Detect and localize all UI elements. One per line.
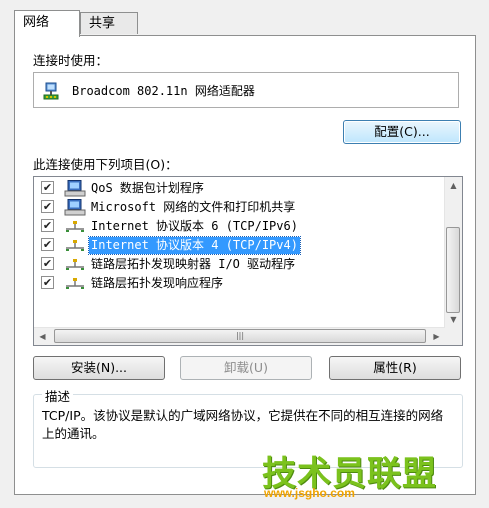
item-checkbox[interactable]: ✔ — [41, 181, 54, 194]
item-checkbox[interactable]: ✔ — [41, 200, 54, 213]
uninstall-button[interactable]: 卸载(U) — [180, 356, 312, 380]
connection-items-list[interactable]: ✔ QoS 数据包计划程序 ✔ Microsoft 网络的文件和打印机共享 ✔ — [33, 176, 463, 346]
tab-network[interactable]: 网络 — [14, 10, 80, 37]
connect-using-label: 连接时使用： — [33, 53, 109, 68]
site-watermark: 技术员联盟 www.jsgho.com — [262, 446, 482, 502]
item-checkbox[interactable]: ✔ — [41, 257, 54, 270]
tab-sharing[interactable]: 共享 — [80, 12, 138, 34]
network-adapter-icon — [43, 82, 59, 100]
network-service-icon — [64, 199, 86, 216]
item-label: 链路层拓扑发现映射器 I/O 驱动程序 — [91, 257, 296, 271]
item-label: 链路层拓扑发现响应程序 — [91, 276, 224, 290]
network-tab-panel: 连接时使用： Broadcom 802.11n 网络适配器 配置(C)... 此… — [14, 35, 476, 495]
item-checkbox[interactable]: ✔ — [41, 276, 54, 289]
network-service-icon — [64, 180, 86, 197]
list-item[interactable]: ✔ 链路层拓扑发现映射器 I/O 驱动程序 — [34, 255, 439, 274]
scroll-right-arrow-icon[interactable]: ▶ — [428, 328, 445, 345]
adapter-field: Broadcom 802.11n 网络适配器 — [33, 72, 459, 108]
horizontal-scroll-thumb[interactable]: ||| — [54, 329, 426, 343]
protocol-icon — [66, 278, 84, 289]
protocol-icon — [66, 259, 84, 270]
horizontal-scrollbar[interactable]: ◀ ||| ▶ — [34, 327, 445, 345]
scroll-up-arrow-icon[interactable]: ▲ — [445, 177, 462, 194]
list-item[interactable]: ✔ Microsoft 网络的文件和打印机共享 — [34, 198, 439, 217]
protocol-icon — [66, 221, 84, 232]
item-label: Microsoft 网络的文件和打印机共享 — [91, 200, 296, 214]
scrollbar-corner — [445, 328, 462, 345]
item-checkbox[interactable]: ✔ — [41, 219, 54, 232]
adapter-name: Broadcom 802.11n 网络适配器 — [72, 84, 255, 98]
item-label: Internet 协议版本 4 (TCP/IPv4) — [88, 236, 301, 255]
items-label: 此连接使用下列项目(O)： — [33, 157, 178, 172]
list-item[interactable]: ✔ QoS 数据包计划程序 — [34, 179, 439, 198]
description-text: TCP/IP。该协议是默认的广域网络协议，它提供在不同的相互连接的网络上的通讯。 — [42, 408, 444, 441]
list-item-selected[interactable]: ✔ Internet 协议版本 4 (TCP/IPv4) — [34, 236, 439, 255]
list-item[interactable]: ✔ Internet 协议版本 6 (TCP/IPv6) — [34, 217, 439, 236]
watermark-url: www.jsgho.com — [264, 486, 355, 500]
scroll-down-arrow-icon[interactable]: ▼ — [445, 311, 462, 328]
vertical-scrollbar[interactable]: ▲ ▼ — [444, 177, 462, 328]
vertical-scroll-thumb[interactable] — [446, 227, 460, 313]
configure-button[interactable]: 配置(C)... — [343, 120, 461, 144]
description-title: 描述 — [42, 386, 74, 405]
item-label: Internet 协议版本 6 (TCP/IPv6) — [91, 219, 298, 233]
properties-button[interactable]: 属性(R) — [329, 356, 461, 380]
item-checkbox[interactable]: ✔ — [41, 238, 54, 251]
list-item[interactable]: ✔ 链路层拓扑发现响应程序 — [34, 274, 439, 293]
install-button[interactable]: 安装(N)... — [33, 356, 165, 380]
scroll-left-arrow-icon[interactable]: ◀ — [34, 328, 51, 345]
protocol-icon — [66, 240, 84, 251]
item-label: QoS 数据包计划程序 — [91, 181, 204, 195]
